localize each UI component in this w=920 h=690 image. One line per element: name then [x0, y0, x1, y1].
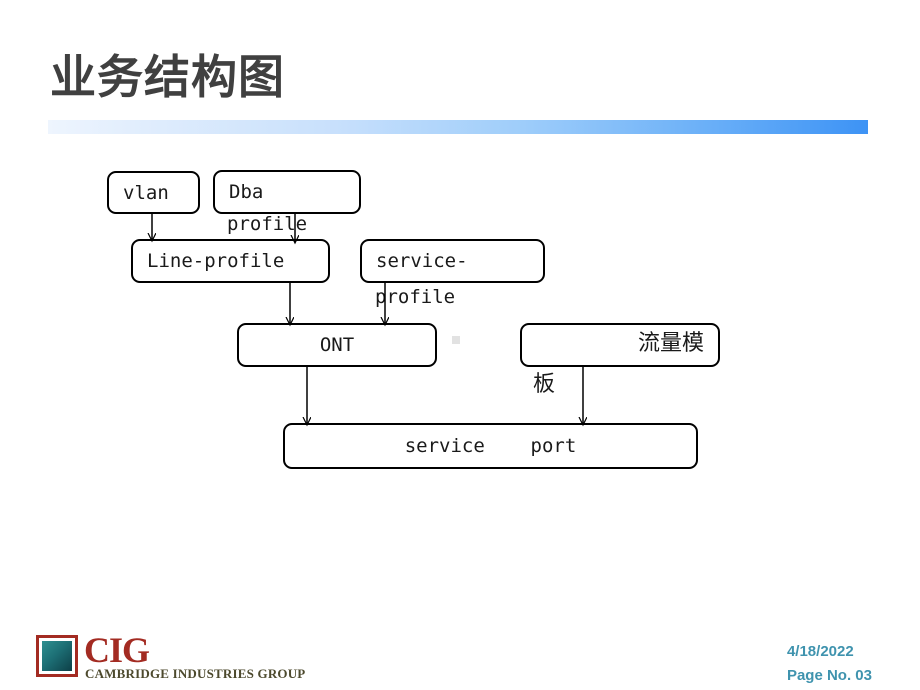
diagram-node-line-profile[interactable]: Line-profile — [131, 239, 330, 283]
diagram-node-dba-profile-overflow: profile — [227, 213, 308, 235]
diagram-node-service-port[interactable]: service port — [283, 423, 698, 469]
diagram-node-vlan-label: vlan — [123, 182, 169, 204]
cig-logo-mark-inner — [42, 641, 72, 671]
diagram-node-ont-label: ONT — [319, 334, 355, 356]
presentation-slide: 业务结构图 vlan Dba profile Line-profile serv… — [0, 0, 920, 690]
diagram-node-service-port-label: service port — [404, 435, 577, 457]
footer-date: 4/18/2022 — [786, 643, 854, 660]
diagram-node-service-profile-overflow: profile — [375, 286, 456, 308]
diagram-node-service-profile[interactable]: service- — [360, 239, 545, 283]
cig-logo-tagline: CAMBRIDGE INDUSTRIES GROUP — [85, 666, 306, 681]
diagram-node-traffic-model-overflow: 板 — [533, 372, 556, 397]
decorative-dot — [452, 336, 460, 344]
diagram-node-dba-profile-label: Dba — [229, 181, 264, 203]
business-architecture-diagram: vlan Dba profile Line-profile service- p… — [0, 0, 920, 690]
footer-page-number: Page No. 03 — [786, 667, 872, 684]
diagram-connectors — [0, 214, 920, 690]
diagram-node-ont[interactable]: ONT — [237, 323, 437, 367]
diagram-node-traffic-model[interactable]: 流量模 — [520, 323, 720, 367]
cig-logo-wordmark: CIG — [84, 630, 150, 670]
diagram-node-service-profile-label: service- — [376, 250, 468, 272]
diagram-node-dba-profile[interactable]: Dba — [213, 170, 361, 214]
slide-footer-meta: 4/18/2022 Page No. 03 — [787, 640, 872, 688]
diagram-node-vlan[interactable]: vlan — [107, 171, 200, 214]
cig-logo: CIG CAMBRIDGE INDUSTRIES GROUP — [36, 630, 305, 682]
cig-logo-mark-icon — [36, 635, 78, 677]
diagram-node-traffic-model-label: 流量模 — [637, 331, 704, 356]
diagram-node-line-profile-label: Line-profile — [147, 250, 285, 272]
